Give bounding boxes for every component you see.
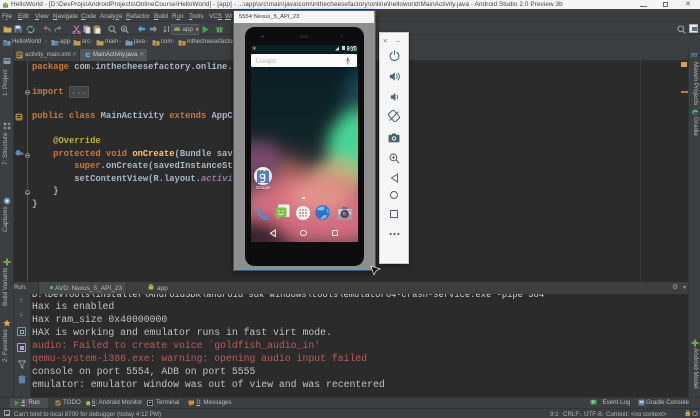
svg-text:C: C: [86, 53, 90, 59]
